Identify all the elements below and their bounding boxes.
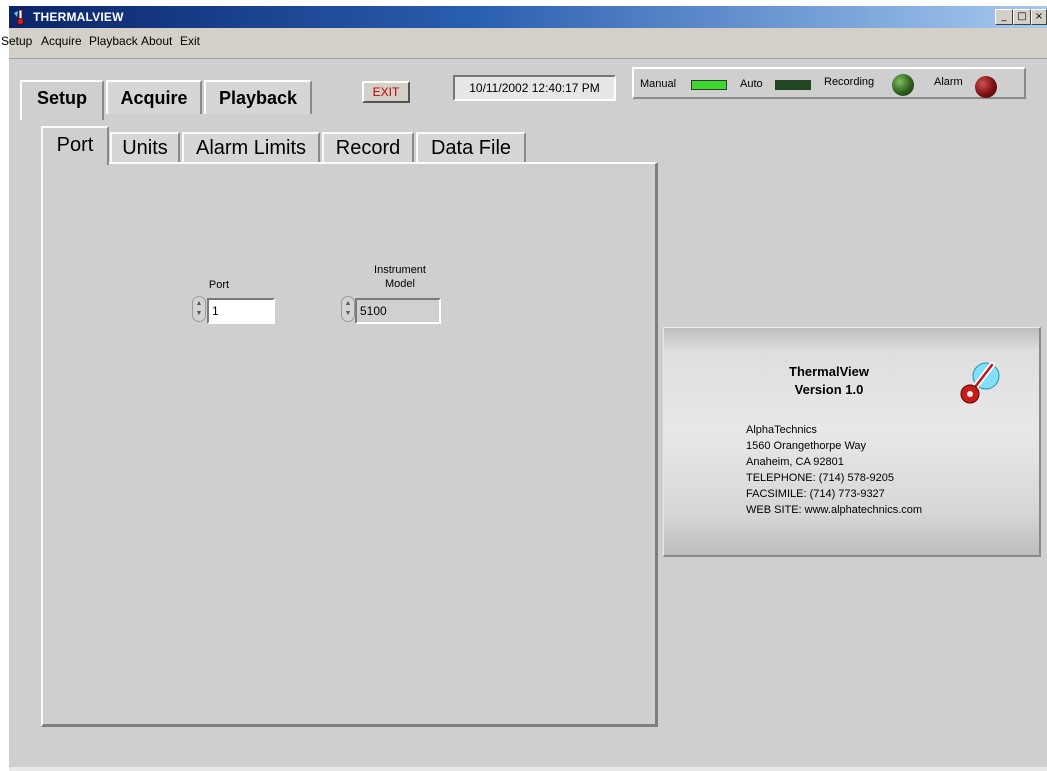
- model-spinner[interactable]: ▲ ▼: [341, 296, 355, 322]
- about-panel: ThermalView Version 1.0 AlphaTechnics 15…: [663, 327, 1041, 557]
- auto-label: Auto: [740, 78, 763, 90]
- about-fax: FACSIMILE: (714) 773-9327: [746, 488, 885, 500]
- tab-record[interactable]: Record: [322, 132, 414, 162]
- menu-exit[interactable]: Exit: [180, 34, 200, 48]
- tab-acquire[interactable]: Acquire: [106, 80, 202, 114]
- minimize-icon[interactable]: _: [995, 9, 1013, 25]
- thermometer-icon: [960, 362, 1000, 404]
- about-city: Anaheim, CA 92801: [746, 456, 844, 468]
- tab-playback[interactable]: Playback: [204, 80, 312, 114]
- about-company: AlphaTechnics: [746, 424, 817, 436]
- port-spinner[interactable]: ▲ ▼: [192, 296, 206, 322]
- menu-about[interactable]: About: [141, 34, 172, 48]
- about-title: ThermalView: [789, 364, 869, 379]
- manual-indicator: [691, 80, 727, 90]
- about-version: Version 1.0: [794, 382, 864, 397]
- about-phone: TELEPHONE: (714) 578-9205: [746, 472, 894, 484]
- about-website: WEB SITE: www.alphatechnics.com: [746, 504, 923, 516]
- exit-button[interactable]: EXIT: [362, 81, 410, 103]
- model-field[interactable]: 5100: [355, 298, 441, 324]
- thermometer-app-icon: [14, 9, 24, 25]
- menu-setup[interactable]: Setup: [1, 34, 32, 48]
- datetime-display: 10/11/2002 12:40:17 PM: [453, 75, 616, 101]
- port-field[interactable]: 1: [207, 298, 275, 324]
- window-title: THERMALVIEW: [33, 10, 124, 24]
- about-street: 1560 Orangethorpe Way: [746, 440, 867, 452]
- main-panel: Setup Acquire Playback EXIT 10/11/2002 1…: [9, 58, 1047, 771]
- close-icon[interactable]: ×: [1031, 9, 1047, 25]
- alarm-indicator: [975, 76, 997, 98]
- model-label-line2: Model: [385, 278, 415, 290]
- setup-subpanel: [41, 162, 658, 727]
- maximize-icon[interactable]: □: [1013, 9, 1031, 25]
- alarm-label: Alarm: [934, 76, 963, 88]
- application-window: THERMALVIEW _ □ × Setup Acquire Playback…: [1, 6, 1047, 771]
- menu-playback[interactable]: Playback: [89, 34, 138, 48]
- model-label-line1: Instrument: [374, 264, 426, 276]
- port-label: Port: [208, 279, 230, 291]
- status-strip: [9, 767, 1047, 771]
- title-bar[interactable]: THERMALVIEW _ □ ×: [9, 6, 1047, 28]
- tab-alarm-limits[interactable]: Alarm Limits: [182, 132, 320, 162]
- manual-label: Manual: [640, 78, 677, 90]
- auto-indicator: [775, 80, 811, 90]
- tab-units[interactable]: Units: [110, 132, 180, 162]
- menu-acquire[interactable]: Acquire: [41, 34, 82, 48]
- tab-data-file[interactable]: Data File: [416, 132, 526, 162]
- menu-bar: Setup Acquire Playback About Exit: [1, 32, 1047, 50]
- recording-label: Recording: [824, 76, 875, 88]
- recording-indicator: [892, 74, 914, 96]
- tab-setup[interactable]: Setup: [20, 80, 104, 120]
- tab-port[interactable]: Port: [41, 126, 109, 165]
